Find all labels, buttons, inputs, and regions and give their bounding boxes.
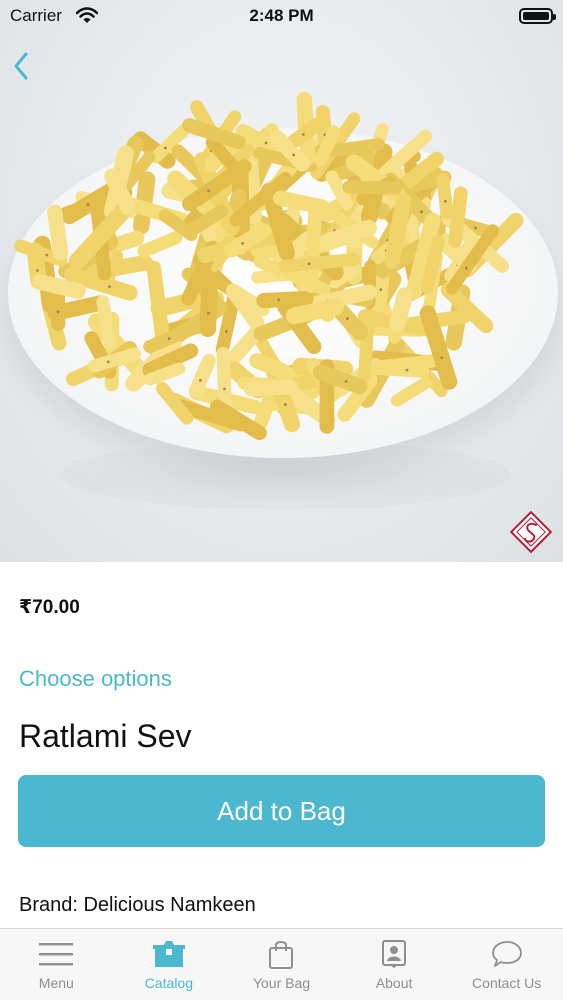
sev-stick bbox=[370, 361, 430, 378]
sev-stick bbox=[390, 376, 432, 407]
spice-speck bbox=[164, 146, 167, 150]
sev-stick bbox=[188, 353, 216, 398]
sev-stick bbox=[243, 380, 299, 397]
product-price: ₹70.00 bbox=[19, 597, 80, 618]
about-icon bbox=[382, 940, 407, 968]
spice-speck bbox=[56, 310, 60, 314]
spice-speck bbox=[344, 380, 348, 383]
sev-stick bbox=[358, 309, 375, 383]
back-button[interactable] bbox=[8, 48, 38, 84]
spice-speck bbox=[36, 269, 39, 272]
tab-your-bag[interactable]: Your Bag bbox=[225, 929, 338, 1000]
spice-speck bbox=[207, 311, 210, 315]
spice-speck bbox=[106, 360, 110, 364]
spice-speck bbox=[292, 153, 295, 157]
sev-stick bbox=[342, 180, 403, 195]
product-title: Ratlami Sev bbox=[19, 718, 192, 754]
spice-speck bbox=[45, 253, 49, 257]
tab-label: Contact Us bbox=[472, 975, 542, 991]
spice-speck bbox=[207, 189, 211, 193]
spice-speck bbox=[283, 403, 287, 406]
spice-speck bbox=[464, 266, 468, 270]
spice-speck bbox=[86, 203, 90, 207]
tab-label: Catalog bbox=[144, 975, 194, 991]
spice-speck bbox=[301, 133, 305, 136]
choose-options-link[interactable]: Choose options bbox=[19, 666, 172, 692]
tab-contact-us[interactable]: Contact Us bbox=[450, 929, 563, 1000]
spice-speck bbox=[225, 330, 228, 333]
spice-speck bbox=[199, 379, 202, 382]
sev-stick bbox=[32, 274, 86, 299]
sev-stick bbox=[389, 287, 414, 333]
chevron-left-icon bbox=[14, 52, 28, 80]
product-image bbox=[0, 0, 563, 562]
spice-speck bbox=[241, 242, 245, 245]
spice-speck bbox=[444, 199, 447, 203]
spice-speck bbox=[264, 141, 268, 145]
spice-speck bbox=[474, 226, 477, 230]
sev-snack-image bbox=[14, 91, 524, 441]
tab-label: About bbox=[375, 975, 413, 991]
sev-stick bbox=[249, 353, 295, 381]
add-to-bag-label: Add to Bag bbox=[217, 795, 346, 826]
spice-speck bbox=[307, 262, 311, 266]
add-to-bag-button[interactable]: Add to Bag bbox=[18, 775, 545, 847]
tab-bar: Menu Catalog Your Bag About Contact Us bbox=[0, 928, 563, 1000]
tab-catalog[interactable]: Catalog bbox=[113, 929, 226, 1000]
brand-logo-icon bbox=[509, 510, 553, 554]
tab-label: Your Bag bbox=[252, 975, 311, 991]
spice-speck bbox=[346, 317, 349, 320]
sev-stick bbox=[303, 205, 323, 294]
product-brand: Brand: Delicious Namkeen bbox=[19, 894, 256, 916]
spice-speck bbox=[223, 387, 226, 391]
sev-stick bbox=[278, 252, 361, 273]
tab-label: Menu bbox=[38, 975, 74, 991]
spice-speck bbox=[167, 337, 171, 340]
spice-speck bbox=[405, 368, 409, 372]
bag-icon bbox=[269, 941, 294, 969]
sev-stick bbox=[47, 204, 69, 261]
catalog-icon bbox=[152, 941, 185, 967]
sev-stick bbox=[436, 173, 454, 220]
sev-stick bbox=[216, 346, 233, 415]
battery-icon bbox=[519, 8, 556, 24]
menu-icon bbox=[39, 943, 74, 966]
spice-speck bbox=[420, 210, 423, 214]
clock: 2:48 PM bbox=[249, 6, 314, 25]
sev-stick bbox=[448, 186, 468, 249]
chat-icon bbox=[491, 941, 522, 967]
status-bar: Carrier 2:48 PM bbox=[0, 0, 563, 32]
spice-speck bbox=[277, 298, 281, 302]
tab-about[interactable]: About bbox=[338, 929, 451, 1000]
sev-stick bbox=[137, 231, 183, 258]
sev-stick bbox=[199, 275, 218, 338]
sev-stick bbox=[285, 298, 345, 325]
spice-speck bbox=[108, 285, 111, 288]
spice-speck bbox=[440, 356, 444, 360]
spice-speck bbox=[379, 288, 383, 291]
tab-menu[interactable]: Menu bbox=[0, 929, 113, 1000]
sev-stick bbox=[96, 295, 117, 350]
